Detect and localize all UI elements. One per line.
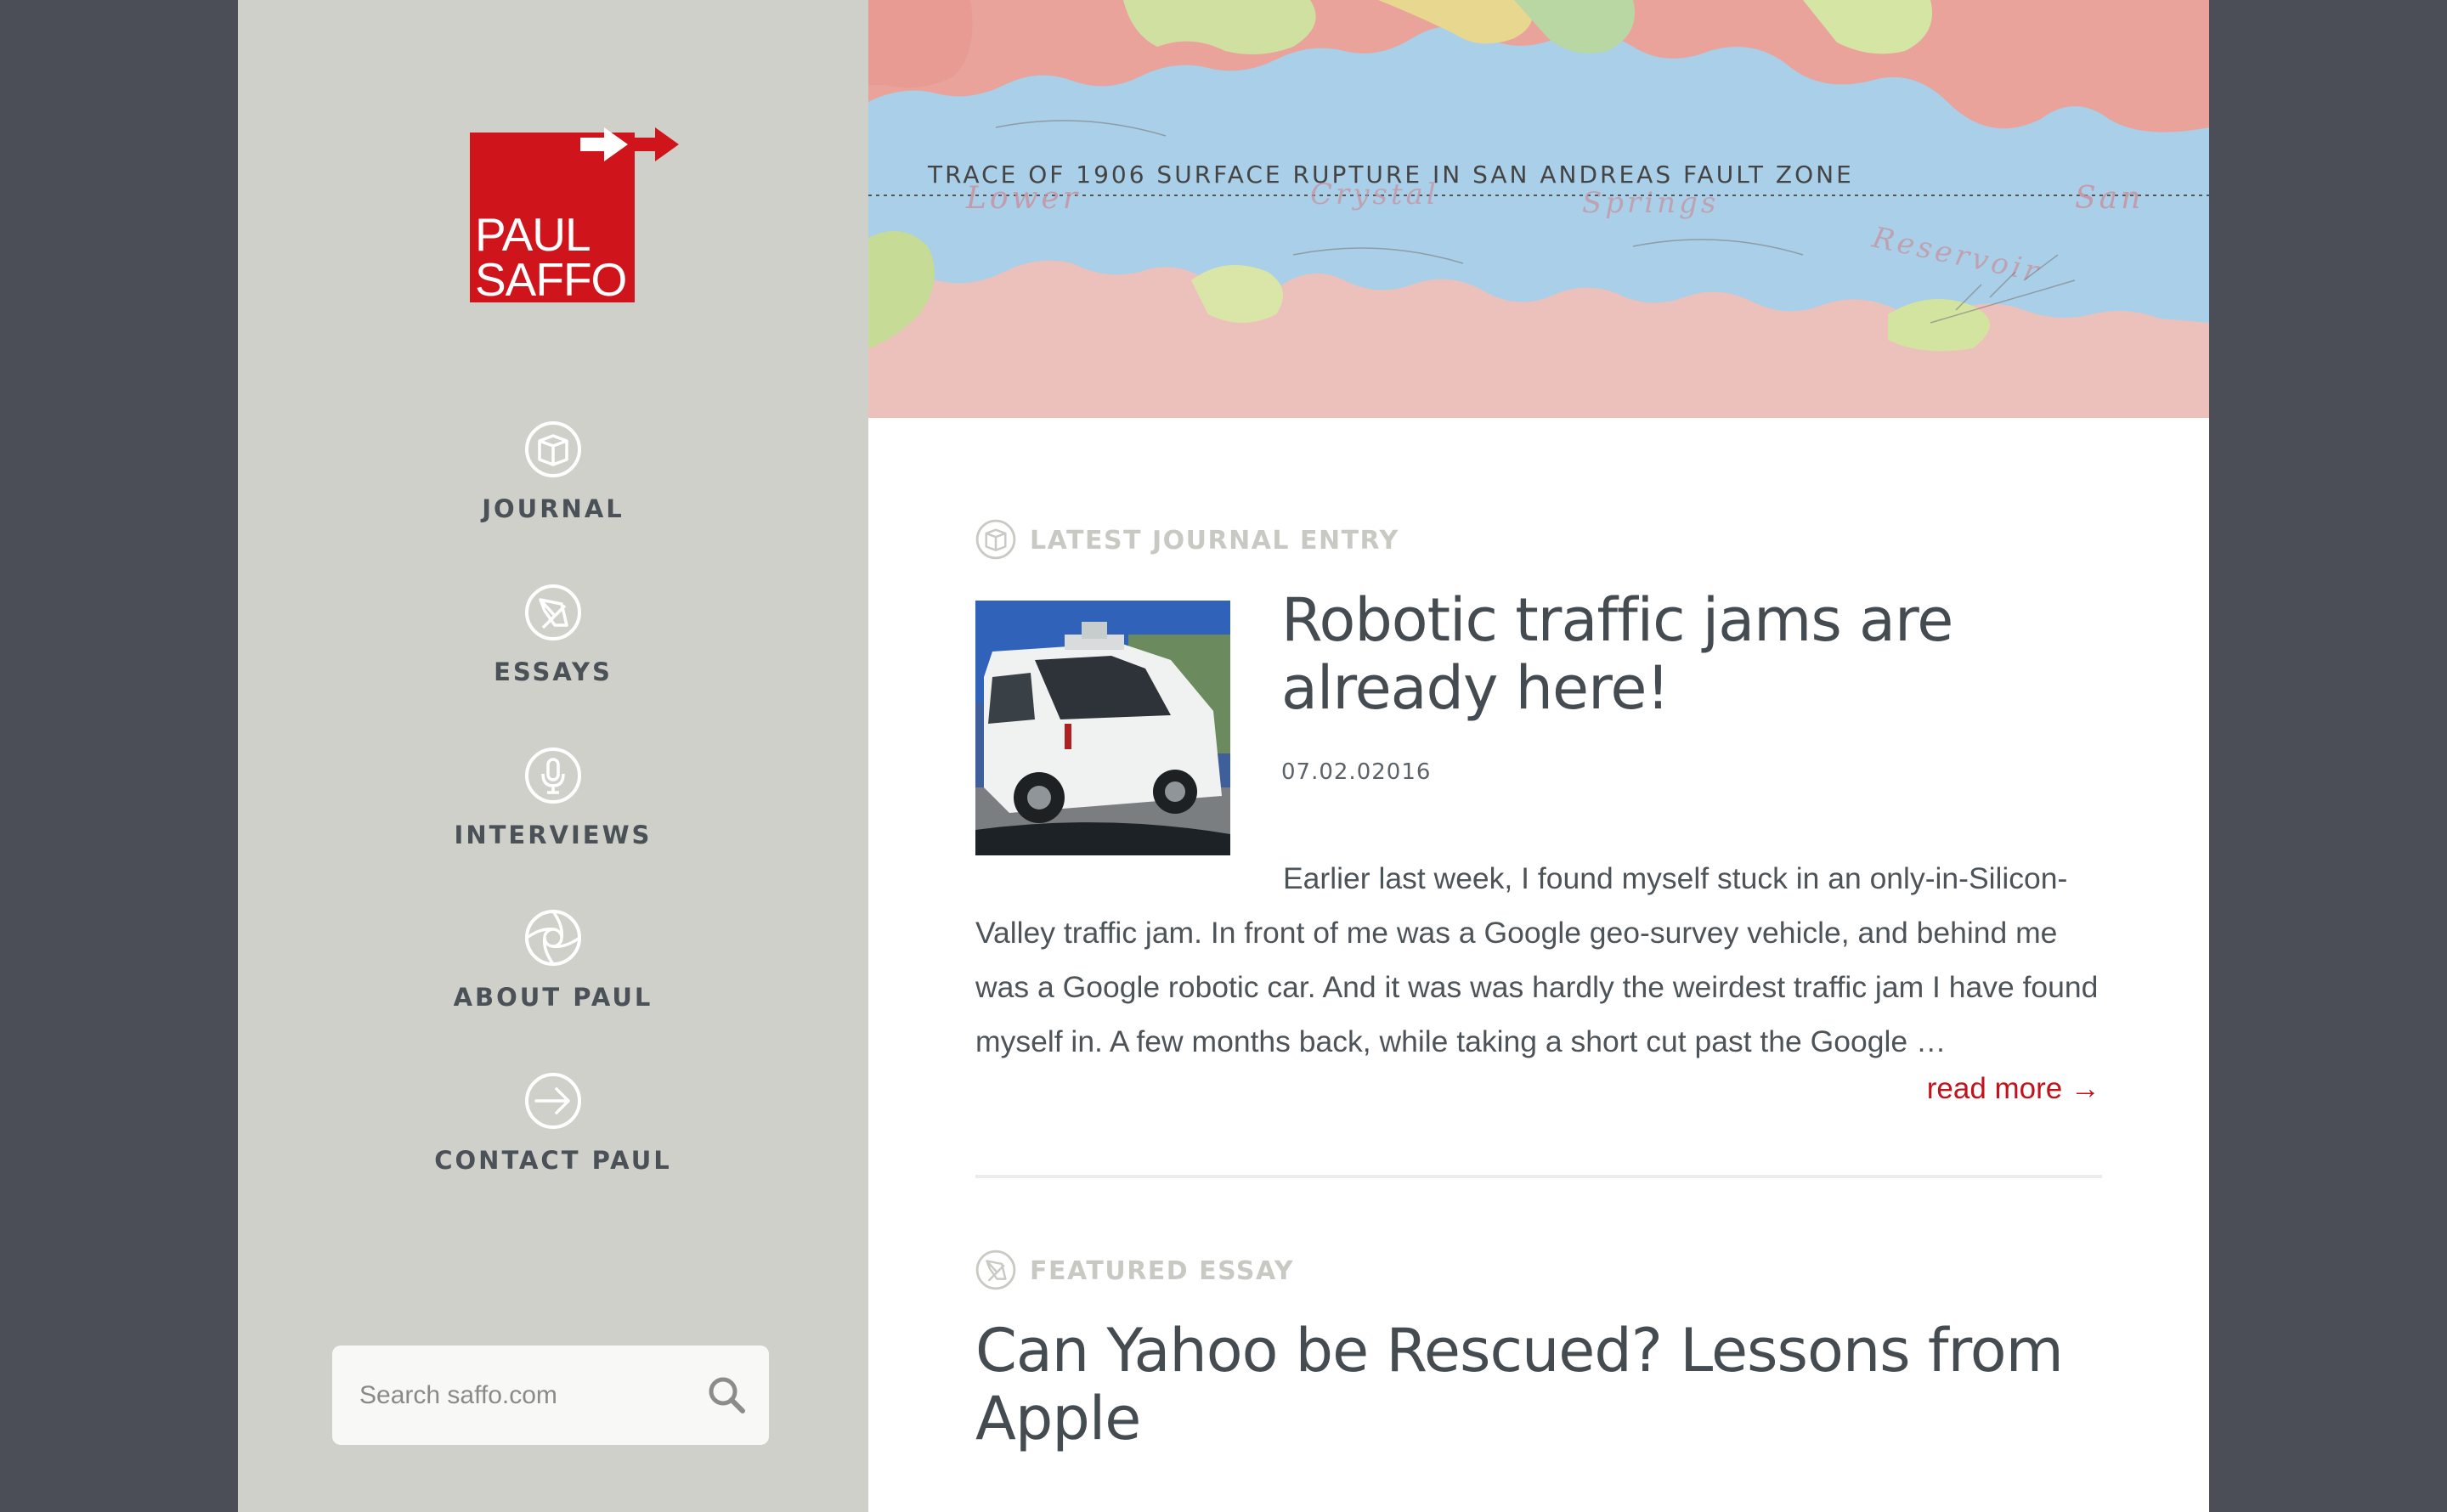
geologic-map-illustration: TRACE OF 1906 SURFACE RUPTURE IN SAN AND… [868,0,2209,418]
section-divider [975,1175,2102,1178]
journal-excerpt-text: Earlier last week, I found myself stuck … [975,861,2099,1058]
latest-journal-label: LATEST JOURNAL ENTRY [1030,526,1399,556]
pen-nib-icon [525,584,581,640]
nav-journal-label: JOURNAL [482,494,624,523]
read-more-link[interactable]: read more → [1927,1072,2100,1106]
nav-contact-paul-label: CONTACT PAUL [434,1146,672,1175]
journal-title[interactable]: Robotic traffic jams are already here! [1281,586,2046,722]
nav-journal[interactable]: JOURNAL [238,420,868,548]
microphone-icon [525,748,581,804]
search-input[interactable] [358,1371,684,1420]
nav-contact-paul[interactable]: CONTACT PAUL [238,1072,868,1199]
logo-arrows-icon [580,127,679,161]
nav-about-paul-label: ABOUT PAUL [453,983,653,1012]
sidebar: PAUL SAFFO JOURNAL ESSAYS INTERVIEWS ABO… [238,0,868,1512]
featured-essay-label: FEATURED ESSAY [1030,1256,1295,1286]
nav-interviews-label: INTERVIEWS [454,821,653,849]
logo-line-1: PAUL [475,208,591,261]
journal-excerpt: Earlier last week, I found myself stuck … [975,851,2105,1069]
logo-text: PAUL SAFFO [475,208,627,306]
main-content: TRACE OF 1906 SURFACE RUPTURE IN SAN AND… [868,0,2209,1512]
essay-title[interactable]: Can Yahoo be Rescued? Lessons from Apple [975,1317,2097,1453]
search-icon[interactable] [706,1374,749,1417]
nav-essays[interactable]: ESSAYS [238,584,868,711]
logo-line-2: SAFFO [475,253,627,306]
journal-date: 07.02.02016 [1281,759,1432,785]
arrow-right-circle-icon [525,1073,581,1129]
nav-essays-label: ESSAYS [494,657,613,686]
nav-about-paul[interactable]: ABOUT PAUL [238,909,868,1036]
pen-nib-icon [975,1250,1016,1290]
map-label-springs: Springs [1582,186,1719,220]
journal-thumbnail[interactable] [975,601,1230,855]
site-logo[interactable]: PAUL SAFFO [470,124,699,306]
aperture-icon [525,910,581,966]
book-icon [525,421,581,477]
map-label-san: San [2075,181,2144,216]
map-label-lower: Lower [965,181,1081,216]
van-photo [975,601,1230,855]
search-box [332,1346,769,1445]
book-icon [975,519,1016,560]
nav-interviews[interactable]: INTERVIEWS [238,747,868,874]
map-label-crystal: Crystal [1310,178,1439,212]
hero-map-image: TRACE OF 1906 SURFACE RUPTURE IN SAN AND… [868,0,2209,418]
